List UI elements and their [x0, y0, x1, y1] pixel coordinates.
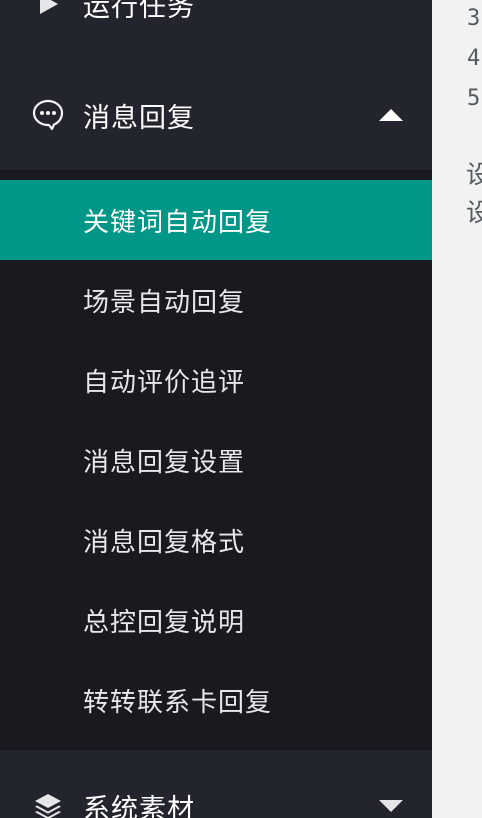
submenu-item-label: 总控回复说明 — [83, 607, 246, 638]
submenu-item-auto-review[interactable]: 自动评价追评 — [0, 340, 432, 420]
layers-icon — [30, 788, 66, 818]
submenu-item-keyword-auto-reply[interactable]: 关键词自动回复 — [0, 180, 432, 260]
submenu-item-reply-format[interactable]: 消息回复格式 — [0, 500, 432, 580]
submenu-item-master-reply-guide[interactable]: 总控回复说明 — [0, 580, 432, 660]
submenu-item-label: 消息回复设置 — [83, 447, 246, 478]
menu-system-materials-label: 系统素材 — [83, 793, 195, 818]
submenu-item-reply-settings[interactable]: 消息回复设置 — [0, 420, 432, 500]
line-number: 3 — [467, 6, 481, 31]
submenu-message-reply: 关键词自动回复 场景自动回复 自动评价追评 消息回复设置 消息回复格式 总控回复… — [0, 170, 432, 750]
play-icon — [30, 0, 66, 22]
menu-run-task[interactable]: 运行任务 — [0, 0, 432, 34]
chat-bubble-icon — [30, 97, 66, 133]
chevron-up-icon — [379, 109, 403, 121]
line-number: 4 — [467, 46, 481, 71]
line-number: 5 — [467, 86, 481, 111]
submenu-item-scene-auto-reply[interactable]: 场景自动回复 — [0, 260, 432, 340]
menu-message-reply[interactable]: 消息回复 — [0, 84, 432, 146]
submenu-item-label: 关键词自动回复 — [83, 207, 273, 238]
submenu-item-zhuanzhuan-card-reply[interactable]: 转转联系卡回复 — [0, 660, 432, 740]
submenu-item-label: 转转联系卡回复 — [83, 687, 273, 718]
content-text-fragment: 设 — [466, 198, 482, 227]
menu-system-materials[interactable]: 系统素材 — [0, 776, 432, 818]
sidebar: 运行任务 消息回复 关键词自动回复 场景自动回复 自动评价追评 消息回复设置 消… — [0, 0, 432, 818]
submenu-item-label: 场景自动回复 — [83, 287, 246, 318]
submenu-item-label: 消息回复格式 — [83, 527, 246, 558]
content-text-fragment: 设 — [466, 160, 482, 189]
menu-run-task-label: 运行任务 — [83, 0, 195, 23]
submenu-item-label: 自动评价追评 — [83, 367, 246, 398]
menu-message-reply-label: 消息回复 — [83, 102, 195, 134]
main-content: 3 4 5 设 设 — [432, 0, 482, 818]
chevron-down-icon — [379, 800, 403, 812]
